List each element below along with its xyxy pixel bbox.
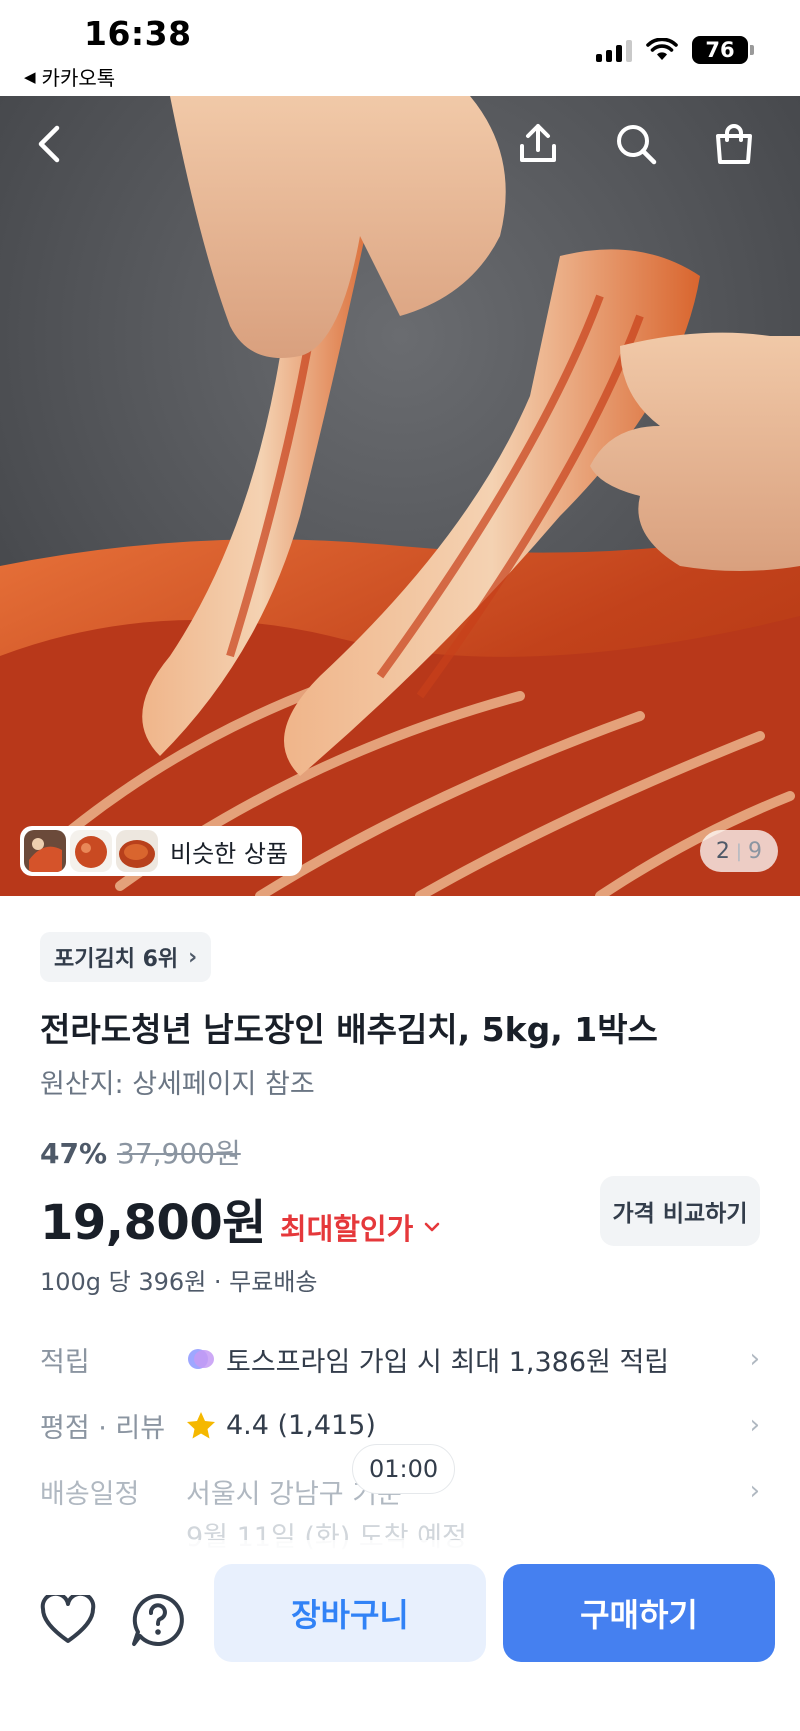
delivery-label: 배송일정	[40, 1478, 140, 1510]
original-price: 37,900원	[117, 1137, 241, 1170]
status-bar: 16:38 ◀ 카카오톡 76	[0, 0, 800, 96]
chevron-left-icon	[38, 125, 60, 163]
status-time: 16:38	[84, 14, 192, 53]
back-to-app-link[interactable]: ◀ 카카오톡	[24, 62, 115, 91]
back-triangle-icon: ◀	[24, 67, 36, 86]
search-button[interactable]	[608, 116, 664, 172]
rating-value: 4.4 (1,415)	[226, 1409, 376, 1441]
price-row: 19,800원 최대할인가	[40, 1183, 441, 1253]
discount-rate: 47%	[40, 1137, 108, 1170]
wifi-icon	[646, 38, 678, 60]
points-label: 적립	[40, 1346, 90, 1378]
help-button[interactable]	[126, 1588, 190, 1652]
cellular-signal-icon	[596, 38, 632, 62]
points-value: 토스프라임 가입 시 최대 1,386원 적립	[226, 1346, 670, 1378]
back-button[interactable]	[22, 116, 78, 172]
pager-separator: |	[735, 840, 742, 862]
star-icon	[187, 1412, 215, 1439]
similar-thumb-1	[24, 830, 66, 872]
back-app-label: 카카오톡	[41, 66, 116, 90]
chevron-right-icon: ›	[749, 1344, 760, 1374]
similar-products-button[interactable]: 비슷한 상품	[20, 826, 303, 876]
points-row[interactable]: 적립 토스프라임 가입 시 최대 1,386원 적립 ›	[40, 1334, 760, 1384]
pager-total: 9	[748, 838, 762, 864]
kimchi-photo	[0, 96, 800, 896]
chevron-right-icon: ›	[188, 944, 198, 970]
chevron-right-icon: ›	[749, 1476, 760, 1506]
shopping-bag-button[interactable]	[706, 116, 762, 172]
image-pager: 2 | 9	[699, 830, 778, 872]
shopping-bag-icon	[716, 124, 752, 164]
category-rank-chip[interactable]: 포기김치 6위 ›	[40, 932, 212, 982]
product-title: 전라도청년 남도장인 배추김치, 5kg, 1박스	[40, 1010, 658, 1049]
sale-price: 19,800원	[40, 1195, 266, 1251]
rating-row[interactable]: 평점 · 리뷰 4.4 (1,415) ›	[40, 1400, 760, 1450]
time-bubble: 01:00	[352, 1444, 456, 1494]
chevron-right-icon: ›	[749, 1410, 760, 1440]
max-discount-label: 최대할인가	[279, 1212, 414, 1246]
search-icon	[617, 125, 657, 165]
buy-now-button[interactable]: 구매하기	[503, 1564, 775, 1662]
similar-products-label: 비슷한 상품	[170, 839, 289, 868]
price-compare-button[interactable]: 가격 비교하기	[600, 1176, 760, 1246]
heart-icon	[40, 1595, 96, 1643]
toss-prime-icon	[188, 1349, 214, 1369]
chevron-down-icon	[424, 1222, 440, 1232]
battery-indicator: 76	[692, 36, 754, 64]
pager-current: 2	[715, 838, 730, 864]
similar-thumb-3	[116, 830, 158, 872]
bottom-action-bar: 장바구니 구매하기	[0, 1540, 800, 1731]
similar-thumb-2	[70, 830, 112, 872]
product-origin: 원산지: 상세페이지 참조	[40, 1069, 315, 1100]
question-bubble-icon	[132, 1594, 184, 1646]
max-discount-toggle[interactable]: 최대할인가	[280, 1206, 441, 1248]
rating-label: 평점 · 리뷰	[40, 1412, 166, 1444]
share-icon	[520, 124, 556, 162]
hero-toolbar	[0, 96, 800, 186]
discount-row: 47% 37,900원	[40, 1132, 241, 1172]
add-to-cart-button[interactable]: 장바구니	[214, 1564, 486, 1662]
share-button[interactable]	[510, 116, 566, 172]
product-image-gallery[interactable]: 비슷한 상품 2 | 9	[0, 96, 800, 896]
status-indicators: 76	[596, 36, 754, 64]
wishlist-button[interactable]	[36, 1588, 100, 1652]
unit-price-shipping: 100g 당 396원 · 무료배송	[40, 1268, 318, 1296]
rank-label: 포기김치 6위	[54, 947, 179, 972]
